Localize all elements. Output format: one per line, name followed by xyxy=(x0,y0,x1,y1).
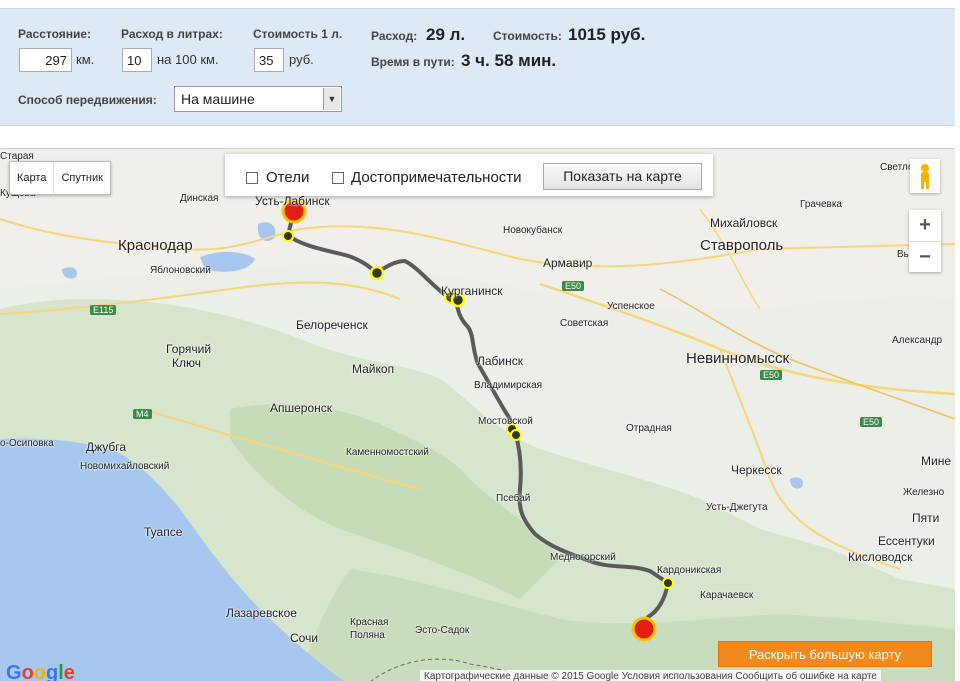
city-label: Псебай xyxy=(496,493,531,504)
map-type-satellite[interactable]: Спутник xyxy=(53,162,109,194)
highway-badge: E50 xyxy=(562,281,585,291)
city-label: Лазаревское xyxy=(226,606,297,620)
distance-label: Расстояние: xyxy=(18,27,92,41)
time-value: 3 ч. 58 мин. xyxy=(461,51,557,70)
show-on-map-button[interactable]: Показать на карте xyxy=(543,163,702,190)
city-label: Армавир xyxy=(543,256,593,270)
cost-label: Стоимость: xyxy=(493,29,562,43)
city-label: о-Осиповка xyxy=(0,438,54,449)
highway-badge: M4 xyxy=(133,409,152,419)
highway-badge: E50 xyxy=(760,370,783,380)
zoom-in-button[interactable]: + xyxy=(909,210,941,241)
map-view[interactable]: Google Старая Кущева Динская Усть-Лабинс… xyxy=(0,148,955,681)
distance-input[interactable] xyxy=(19,48,72,72)
city-label: Белореченск xyxy=(296,318,368,332)
fuel-unit: на 100 км. xyxy=(157,52,219,67)
city-label: Александр xyxy=(892,335,943,346)
map-attribution[interactable]: Картографические данные © 2015 Google Ус… xyxy=(420,670,881,681)
expand-map-button[interactable]: Раскрыть большую карту xyxy=(718,641,932,667)
city-label: Кардоникская xyxy=(657,565,722,576)
city-label: Ключ xyxy=(172,356,201,370)
dropdown-arrow-icon[interactable]: ▼ xyxy=(323,88,340,110)
city-label: Медногорский xyxy=(550,552,616,563)
city-label: Пяти xyxy=(912,511,940,525)
city-label: Динская xyxy=(180,193,219,204)
mode-select[interactable]: На машине ▼ xyxy=(174,86,342,112)
pegman-icon xyxy=(921,164,929,189)
sights-label: Достопримечательности xyxy=(351,169,522,186)
time-label: Время в пути: xyxy=(371,55,455,69)
highway-badge: E50 xyxy=(860,417,883,427)
sights-checkbox[interactable] xyxy=(332,172,344,184)
fuel-label: Расход в литрах: xyxy=(121,27,223,41)
city-label: Красная xyxy=(350,617,389,628)
highway-badge: E115 xyxy=(90,305,117,315)
price-input[interactable] xyxy=(254,48,284,72)
city-label: Поляна xyxy=(350,630,385,641)
consumption-value: 29 л. xyxy=(426,25,466,44)
city-label: Успенское xyxy=(607,301,655,312)
city-label: Советская xyxy=(560,318,609,329)
fuel-input[interactable] xyxy=(122,48,152,72)
city-label: Туапсе xyxy=(144,525,183,539)
price-unit: руб. xyxy=(289,52,314,67)
hotels-checkbox[interactable] xyxy=(246,172,258,184)
city-label: Новомихайловский xyxy=(80,461,170,472)
city-label: Сочи xyxy=(290,631,319,645)
city-label: Новокубанск xyxy=(503,225,563,236)
city-label: Кисловодск xyxy=(848,550,913,564)
city-label: Джубга xyxy=(86,440,127,454)
city-label: Горячий xyxy=(166,342,212,356)
city-label: Мине xyxy=(921,454,951,468)
city-label: Апшеронск xyxy=(270,401,333,415)
city-label: Черкесск xyxy=(731,463,782,477)
city-label: Яблоновский xyxy=(150,265,211,276)
city-label: Усть-Джегута xyxy=(706,502,768,513)
zoom-out-button[interactable]: − xyxy=(909,241,941,272)
route-calculator-panel: Расстояние: км. Расход в литрах: на 100 … xyxy=(0,8,955,126)
city-label: Невинномысск xyxy=(686,350,790,367)
city-label: Ессентуки xyxy=(878,534,935,548)
hotels-label: Отели xyxy=(266,169,310,186)
map-type-switcher: Карта Спутник xyxy=(9,161,111,195)
city-label: Курганинск xyxy=(441,284,503,298)
city-label: Усть-Лабинск xyxy=(255,194,330,208)
svg-text:Google: Google xyxy=(6,662,75,681)
mode-select-value: На машине xyxy=(181,91,255,107)
cost-value: 1015 руб. xyxy=(568,25,646,44)
distance-unit: км. xyxy=(76,52,95,67)
city-label: Отрадная xyxy=(626,423,672,434)
city-label: Эсто-Садок xyxy=(415,625,470,636)
mode-label: Способ передвижения: xyxy=(18,93,157,107)
city-label: Грачевка xyxy=(800,199,842,210)
zoom-control: + − xyxy=(909,210,941,272)
map-type-map[interactable]: Карта xyxy=(10,162,53,194)
city-label: Краснодар xyxy=(118,237,193,254)
city-label: Владимирская xyxy=(474,380,543,391)
city-label: Михайловск xyxy=(710,216,778,230)
city-label: Мостовской xyxy=(478,416,533,427)
city-label: Каменномостский xyxy=(346,447,429,458)
city-label: Ставрополь xyxy=(700,237,784,254)
layer-filter-panel: Отели Достопримечательности Показать на … xyxy=(225,154,713,196)
price-label: Стоимость 1 л. xyxy=(253,27,343,41)
city-label: Железно xyxy=(903,487,945,498)
consumption-label: Расход: xyxy=(371,29,418,43)
city-label: Лабинск xyxy=(477,354,524,368)
city-label: Карачаевск xyxy=(700,590,754,601)
street-view-pegman[interactable] xyxy=(910,159,940,193)
city-label: Майкоп xyxy=(352,362,395,376)
